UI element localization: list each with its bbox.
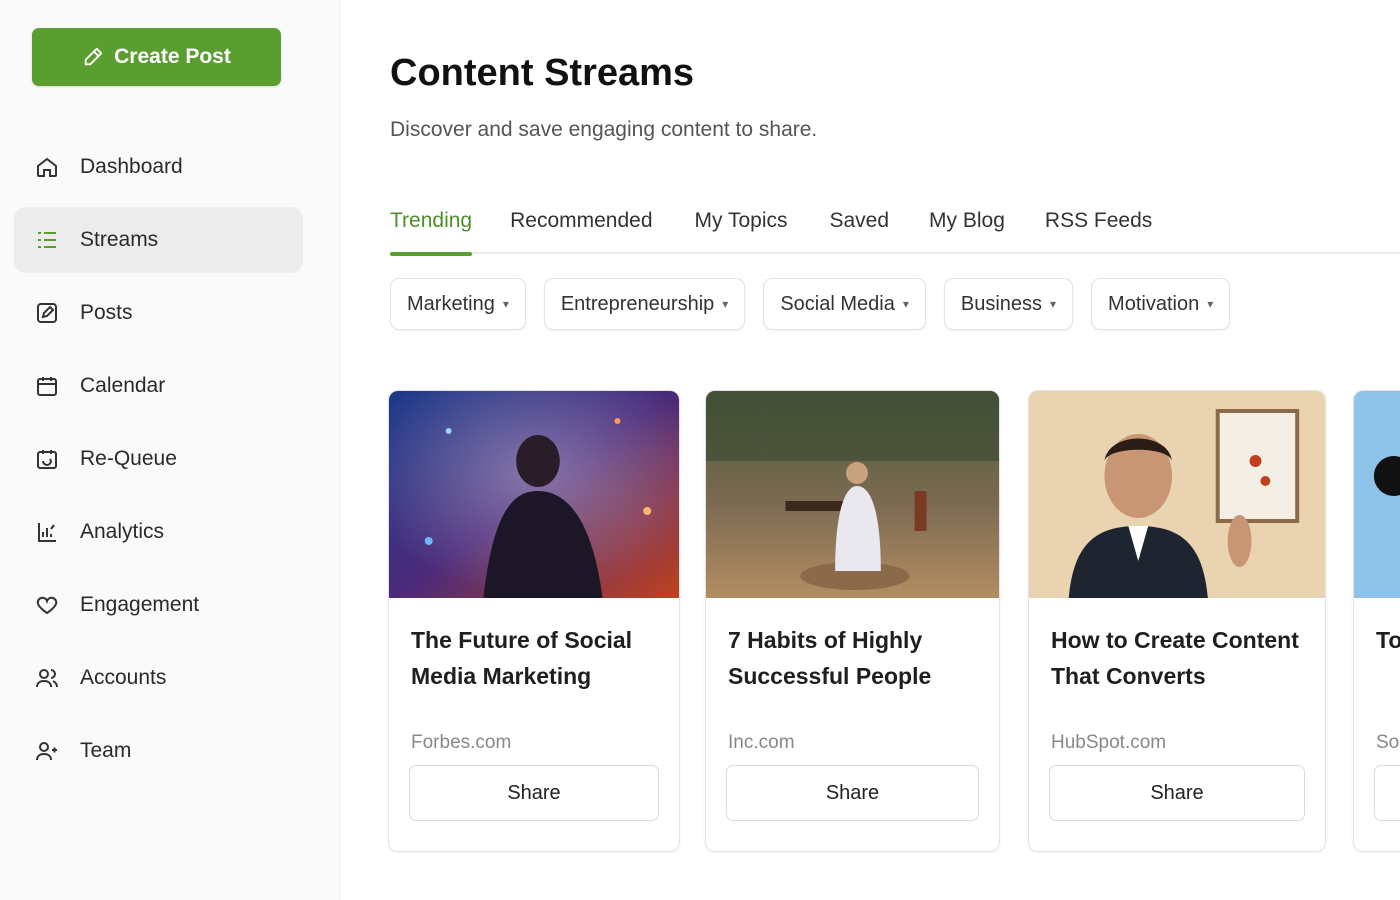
tab-rss-feeds[interactable]: RSS Feeds xyxy=(1045,188,1152,254)
card-title: 7 Habits of Highly Successful People xyxy=(728,627,932,689)
content-card[interactable]: How to Create Content That Converts HubS… xyxy=(1028,390,1326,852)
content-cards: The Future of Social Media Marketing For… xyxy=(388,390,1400,860)
users-icon xyxy=(34,665,60,691)
sidebar-item-label: Posts xyxy=(80,301,133,324)
main-content: Content Streams Discover and save engagi… xyxy=(340,0,1400,900)
create-post-button[interactable]: Create Post xyxy=(32,28,281,86)
tab-recommended[interactable]: Recommended xyxy=(510,188,652,254)
sidebar-item-dashboard[interactable]: Dashboard xyxy=(14,134,303,200)
article-image xyxy=(706,391,999,598)
sidebar-item-label: Calendar xyxy=(80,374,166,397)
card-title: To Tr xyxy=(1376,627,1400,653)
sidebar-item-analytics[interactable]: Analytics xyxy=(14,499,303,565)
team-icon xyxy=(34,738,60,764)
tab-my-blog[interactable]: My Blog xyxy=(929,188,1005,254)
sidebar-item-accounts[interactable]: Accounts xyxy=(14,645,303,711)
filter-label: Marketing xyxy=(407,292,495,315)
card-title: How to Create Content That Converts xyxy=(1051,627,1299,689)
sidebar-item-label: Analytics xyxy=(80,520,165,543)
filter-entrepreneurship[interactable]: Entrepreneurship ▾ xyxy=(543,278,746,330)
chevron-down-icon: ▾ xyxy=(502,297,509,311)
filter-marketing[interactable]: Marketing ▾ xyxy=(390,278,526,330)
requeue-icon xyxy=(34,446,60,472)
tab-trending[interactable]: Trending xyxy=(390,188,473,256)
chevron-down-icon: ▾ xyxy=(902,297,909,311)
content-card[interactable]: 7 Habits of Highly Successful People Inc… xyxy=(705,390,1000,852)
sidebar-item-label: Re-Queue xyxy=(80,447,177,470)
content-card[interactable]: To Tr So xyxy=(1353,390,1400,852)
page-subtitle: Discover and save engaging content to sh… xyxy=(390,118,818,141)
filter-motivation[interactable]: Motivation ▾ xyxy=(1091,278,1231,330)
sidebar-item-team[interactable]: Team xyxy=(14,718,303,784)
content-card[interactable]: The Future of Social Media Marketing For… xyxy=(388,390,680,852)
share-button[interactable]: Share xyxy=(409,765,659,821)
sidebar-item-posts[interactable]: Posts xyxy=(14,280,303,346)
home-icon xyxy=(34,154,60,180)
filter-label: Entrepreneurship xyxy=(560,292,715,315)
sidebar-item-label: Engagement xyxy=(80,593,200,616)
chevron-down-icon: ▾ xyxy=(722,297,729,311)
stream-tabs: Trending Recommended My Topics Saved My … xyxy=(390,188,1400,256)
pen-icon xyxy=(84,47,103,66)
chevron-down-icon: ▾ xyxy=(1207,297,1214,311)
share-button[interactable] xyxy=(1374,765,1400,821)
filter-label: Business xyxy=(960,292,1043,315)
filter-label: Social Media xyxy=(780,292,895,315)
heart-icon xyxy=(34,592,60,618)
article-image xyxy=(1029,391,1325,598)
filter-social-media[interactable]: Social Media ▾ xyxy=(763,278,926,330)
topic-filters: Marketing ▾ Entrepreneurship ▾ Social Me… xyxy=(390,278,1231,330)
sidebar-item-engagement[interactable]: Engagement xyxy=(14,572,303,638)
sidebar-item-calendar[interactable]: Calendar xyxy=(14,353,303,419)
article-image xyxy=(389,391,679,598)
filter-business[interactable]: Business ▾ xyxy=(943,278,1074,330)
share-button[interactable]: Share xyxy=(726,765,979,821)
page-title: Content Streams xyxy=(390,52,695,94)
filter-label: Motivation xyxy=(1108,292,1200,315)
sidebar: Create Post Dashboard Streams Posts Cale… xyxy=(0,0,340,900)
sidebar-item-label: Dashboard xyxy=(80,155,183,178)
analytics-icon xyxy=(34,519,60,545)
sidebar-nav: Dashboard Streams Posts Calendar Re-Queu… xyxy=(14,134,303,791)
tab-saved[interactable]: Saved xyxy=(830,188,890,254)
edit-icon xyxy=(34,300,60,326)
sidebar-item-streams[interactable]: Streams xyxy=(14,207,303,273)
calendar-icon xyxy=(34,373,60,399)
tab-my-topics[interactable]: My Topics xyxy=(695,188,788,254)
create-post-label: Create Post xyxy=(114,45,231,68)
article-image xyxy=(1354,391,1400,598)
sidebar-item-requeue[interactable]: Re-Queue xyxy=(14,426,303,492)
card-title: The Future of Social Media Marketing xyxy=(411,627,633,689)
sidebar-item-label: Streams xyxy=(80,228,159,251)
sidebar-item-label: Accounts xyxy=(80,666,167,689)
share-button[interactable]: Share xyxy=(1049,765,1305,821)
list-icon xyxy=(34,227,60,253)
sidebar-item-label: Team xyxy=(80,739,132,762)
chevron-down-icon: ▾ xyxy=(1050,297,1057,311)
